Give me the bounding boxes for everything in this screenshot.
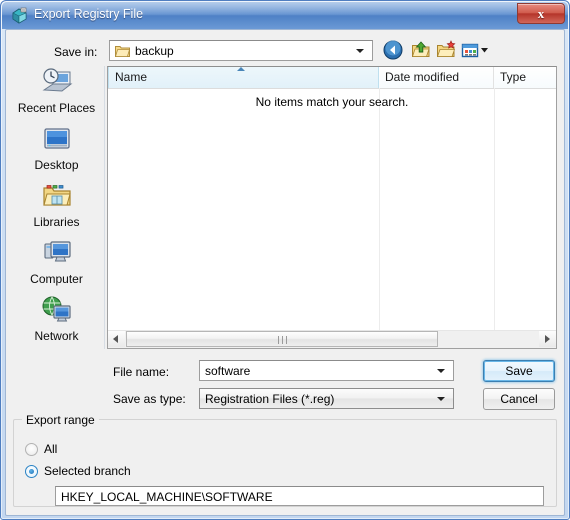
chevron-down-icon (356, 49, 364, 53)
cancel-button[interactable]: Cancel (483, 388, 555, 410)
right-arrow-icon (545, 335, 550, 343)
column-label: Type (500, 70, 527, 84)
column-divider-date (379, 88, 380, 330)
chevron-down-icon[interactable] (437, 369, 445, 373)
save-in-label: Save in: (54, 45, 98, 59)
file-name-value: software (205, 364, 251, 378)
column-divider-type (494, 88, 495, 330)
radio-label: All (44, 442, 58, 456)
desktop-icon (9, 123, 104, 157)
computer-icon (9, 237, 104, 271)
column-header-date-modified[interactable]: Date modified (379, 67, 494, 88)
folder-icon (114, 44, 131, 58)
radio-icon-checked (25, 465, 38, 478)
scrollbar-grip-icon (278, 336, 287, 344)
column-header-name[interactable]: Name (108, 67, 379, 88)
export-range-group: Export range All Selected branch HKEY_LO… (13, 413, 557, 507)
save-as-type-label: Save as type: (113, 392, 186, 406)
close-button[interactable]: x (517, 3, 565, 24)
place-label: Network (34, 329, 79, 343)
place-label: Computer (30, 272, 83, 286)
place-libraries[interactable]: Libraries (9, 180, 104, 237)
back-button[interactable] (382, 39, 404, 61)
network-icon (9, 294, 104, 328)
place-label: Libraries (33, 215, 80, 229)
places-divider (104, 66, 105, 349)
horizontal-scrollbar[interactable] (108, 330, 556, 348)
place-desktop[interactable]: Desktop (9, 123, 104, 180)
sort-ascending-icon (237, 67, 245, 71)
selected-branch-value: HKEY_LOCAL_MACHINE\SOFTWARE (61, 490, 273, 504)
empty-list-message: No items match your search. (255, 95, 409, 109)
places-bar: Recent Places Desktop Libraries Computer… (9, 66, 104, 349)
file-list-header: Name Date modified Type (108, 67, 556, 89)
radio-icon (25, 443, 38, 456)
radio-label: Selected branch (44, 464, 131, 478)
left-arrow-icon (113, 335, 118, 343)
close-icon: x (537, 6, 545, 21)
scroll-left-button[interactable] (108, 331, 125, 347)
file-name-label: File name: (113, 365, 170, 379)
place-label: Recent Places (17, 101, 96, 115)
new-folder-button[interactable] (435, 39, 457, 61)
place-network[interactable]: Network (9, 294, 104, 351)
chevron-down-icon (437, 397, 445, 401)
place-computer[interactable]: Computer (9, 237, 104, 294)
export-registry-file-dialog: Export Registry File x Save in: backup R… (0, 0, 570, 520)
column-label: Name (115, 70, 148, 84)
column-label: Date modified (385, 70, 460, 84)
up-one-level-button[interactable] (410, 39, 432, 61)
scrollbar-thumb[interactable] (126, 331, 438, 347)
save-in-combo[interactable]: backup (109, 40, 373, 61)
recent-places-icon (9, 66, 104, 100)
save-as-type-value: Registration Files (*.reg) (205, 392, 335, 406)
libraries-icon (9, 180, 104, 214)
save-in-value: backup (135, 44, 174, 58)
title-bar: Export Registry File x (2, 2, 568, 29)
scroll-right-button[interactable] (539, 331, 556, 347)
save-as-type-combo[interactable]: Registration Files (*.reg) (199, 388, 454, 409)
place-recent-places[interactable]: Recent Places (9, 66, 104, 123)
file-list[interactable]: Name Date modified Type No items match y… (107, 66, 557, 349)
export-range-title: Export range (22, 413, 99, 427)
save-button[interactable]: Save (483, 360, 555, 382)
registry-editor-icon (11, 7, 28, 24)
column-header-type[interactable]: Type (494, 67, 556, 88)
selected-branch-input[interactable]: HKEY_LOCAL_MACHINE\SOFTWARE (55, 486, 544, 506)
views-button[interactable] (460, 39, 490, 61)
file-name-input[interactable]: software (199, 360, 454, 381)
window-title: Export Registry File (34, 7, 144, 21)
place-label: Desktop (34, 158, 79, 172)
